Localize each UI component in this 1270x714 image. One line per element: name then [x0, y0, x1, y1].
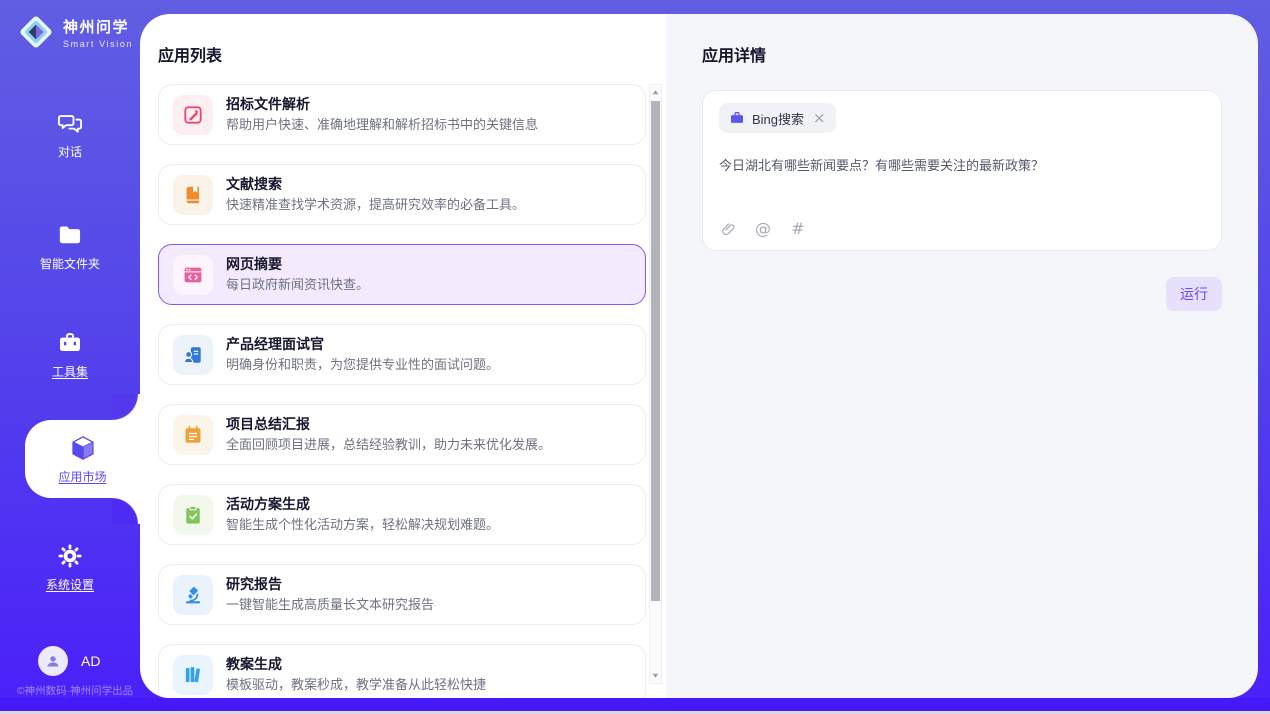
app-card-description: 智能生成个性化活动方案，轻松解决规划难题。: [226, 517, 499, 532]
user-name: AD: [81, 653, 100, 669]
app-detail-title: 应用详情: [702, 42, 1222, 66]
app-card[interactable]: 网页摘要 每日政府新闻资讯快查。: [158, 244, 646, 305]
project-note-icon: [173, 415, 213, 455]
app-list: 招标文件解析 帮助用户快速、准确地理解和解析招标书中的关键信息 文献搜索 快速精…: [158, 84, 646, 698]
tab-curve-top: [112, 394, 140, 420]
sidebar-item-label: 智能文件夹: [40, 255, 100, 272]
webpage-summary-icon: [173, 255, 213, 295]
gear-icon: [57, 543, 83, 569]
tool-tag-label: Bing搜索: [752, 109, 804, 128]
app-list-scrollbar[interactable]: [649, 84, 662, 684]
app-card-description: 帮助用户快速、准确地理解和解析招标书中的关键信息: [226, 117, 538, 132]
sidebar-item-toolset[interactable]: 工具集: [0, 330, 140, 380]
chat-icon: [57, 110, 83, 136]
prompt-card: Bing搜索 × 今日湖北有哪些新闻要点？有哪些需要关注的最新政策？ @ #: [702, 90, 1222, 251]
prompt-input[interactable]: 今日湖北有哪些新闻要点？有哪些需要关注的最新政策？: [719, 155, 1205, 174]
sidebar-item-smart-folder[interactable]: 智能文件夹: [0, 222, 140, 272]
close-icon[interactable]: ×: [813, 111, 826, 126]
app-card-description: 一键智能生成高质量长文本研究报告: [226, 597, 434, 612]
app-logo: 神州问学 Smart Vision: [16, 12, 133, 52]
interviewer-person-icon: [173, 335, 213, 375]
lesson-books-icon: [173, 655, 213, 695]
app-card-description: 快速精准查找学术资源，提高研究效率的必备工具。: [226, 197, 525, 212]
app-card-title: 教案生成: [226, 657, 486, 672]
sidebar-item-label: 对话: [58, 143, 82, 160]
activity-clipboard-icon: [173, 495, 213, 535]
briefcase-icon: [729, 110, 745, 126]
sidebar: 神州问学 Smart Vision 对话 智能文件夹 工具集 应用市场 系统设置: [0, 0, 140, 714]
main-content: 应用列表 招标文件解析 帮助用户快速、准确地理解和解析招标书中的关键信息: [140, 14, 1258, 698]
app-card[interactable]: 活动方案生成 智能生成个性化活动方案，轻松解决规划难题。: [158, 484, 646, 545]
app-card[interactable]: 文献搜索 快速精准查找学术资源，提高研究效率的必备工具。: [158, 164, 646, 225]
sidebar-item-label: 系统设置: [46, 576, 94, 593]
app-list-title: 应用列表: [158, 42, 666, 66]
app-card[interactable]: 教案生成 模板驱动，教案秒成，教学准备从此轻松快捷: [158, 644, 646, 698]
app-card-title: 网页摘要: [226, 257, 369, 272]
app-card-title: 研究报告: [226, 577, 434, 592]
user-avatar-icon: [38, 646, 68, 676]
app-card-title: 活动方案生成: [226, 497, 499, 512]
sidebar-item-settings[interactable]: 系统设置: [0, 543, 140, 593]
sidebar-item-label: 应用市场: [58, 468, 106, 485]
bottom-accent-bar: [0, 698, 1270, 711]
app-window: 神州问学 Smart Vision 对话 智能文件夹 工具集 应用市场 系统设置: [0, 0, 1270, 714]
scroll-up-icon[interactable]: [650, 86, 661, 99]
folder-icon: [57, 222, 83, 248]
tool-tag-bing-search[interactable]: Bing搜索 ×: [719, 103, 836, 133]
app-card[interactable]: 招标文件解析 帮助用户快速、准确地理解和解析招标书中的关键信息: [158, 84, 646, 145]
prompt-toolbar: @ #: [719, 220, 807, 238]
attachment-icon[interactable]: [719, 220, 737, 238]
app-card-description: 全面回顾项目进展，总结经验教训，助力未来优化发展。: [226, 437, 551, 452]
scrollbar-thumb[interactable]: [651, 101, 660, 601]
diamond-logo-icon: [16, 12, 56, 52]
app-card[interactable]: 项目总结汇报 全面回顾项目进展，总结经验教训，助力未来优化发展。: [158, 404, 646, 465]
toolbox-icon: [57, 330, 83, 356]
scroll-down-icon[interactable]: [650, 669, 661, 682]
app-list-panel: 应用列表 招标文件解析 帮助用户快速、准确地理解和解析招标书中的关键信息: [140, 14, 666, 698]
app-card[interactable]: 研究报告 一键智能生成高质量长文本研究报告: [158, 564, 646, 625]
app-card[interactable]: 产品经理面试官 明确身份和职责，为您提供专业性的面试问题。: [158, 324, 646, 385]
brand-subtitle: Smart Vision: [63, 39, 133, 49]
app-card-title: 产品经理面试官: [226, 337, 499, 352]
copyright-text: ©神州数码·神州问学出品: [0, 683, 150, 698]
app-card-title: 项目总结汇报: [226, 417, 551, 432]
app-card-title: 招标文件解析: [226, 97, 538, 112]
app-card-description: 明确身份和职责，为您提供专业性的面试问题。: [226, 357, 499, 372]
app-detail-panel: 应用详情 Bing搜索 × 今日湖北有哪些新闻要点？有哪些需要关注的最新政策？ …: [666, 14, 1258, 698]
literature-book-icon: [173, 175, 213, 215]
app-card-description: 每日政府新闻资讯快查。: [226, 277, 369, 292]
tender-doc-edit-icon: [173, 95, 213, 135]
run-row: 运行: [702, 277, 1222, 311]
app-card-description: 模板驱动，教案秒成，教学准备从此轻松快捷: [226, 677, 486, 692]
hash-icon[interactable]: #: [789, 220, 807, 238]
user-account[interactable]: AD: [38, 646, 100, 676]
sidebar-item-app-market[interactable]: 应用市场: [25, 420, 140, 498]
mention-icon[interactable]: @: [754, 220, 772, 238]
tab-curve-bottom: [112, 498, 140, 524]
brand-name: 神州问学: [63, 16, 133, 37]
run-button[interactable]: 运行: [1166, 277, 1222, 311]
research-microscope-icon: [173, 575, 213, 615]
sidebar-item-label: 工具集: [52, 363, 88, 380]
cube-icon: [68, 433, 98, 463]
sidebar-item-chat[interactable]: 对话: [0, 110, 140, 160]
app-card-title: 文献搜索: [226, 177, 525, 192]
